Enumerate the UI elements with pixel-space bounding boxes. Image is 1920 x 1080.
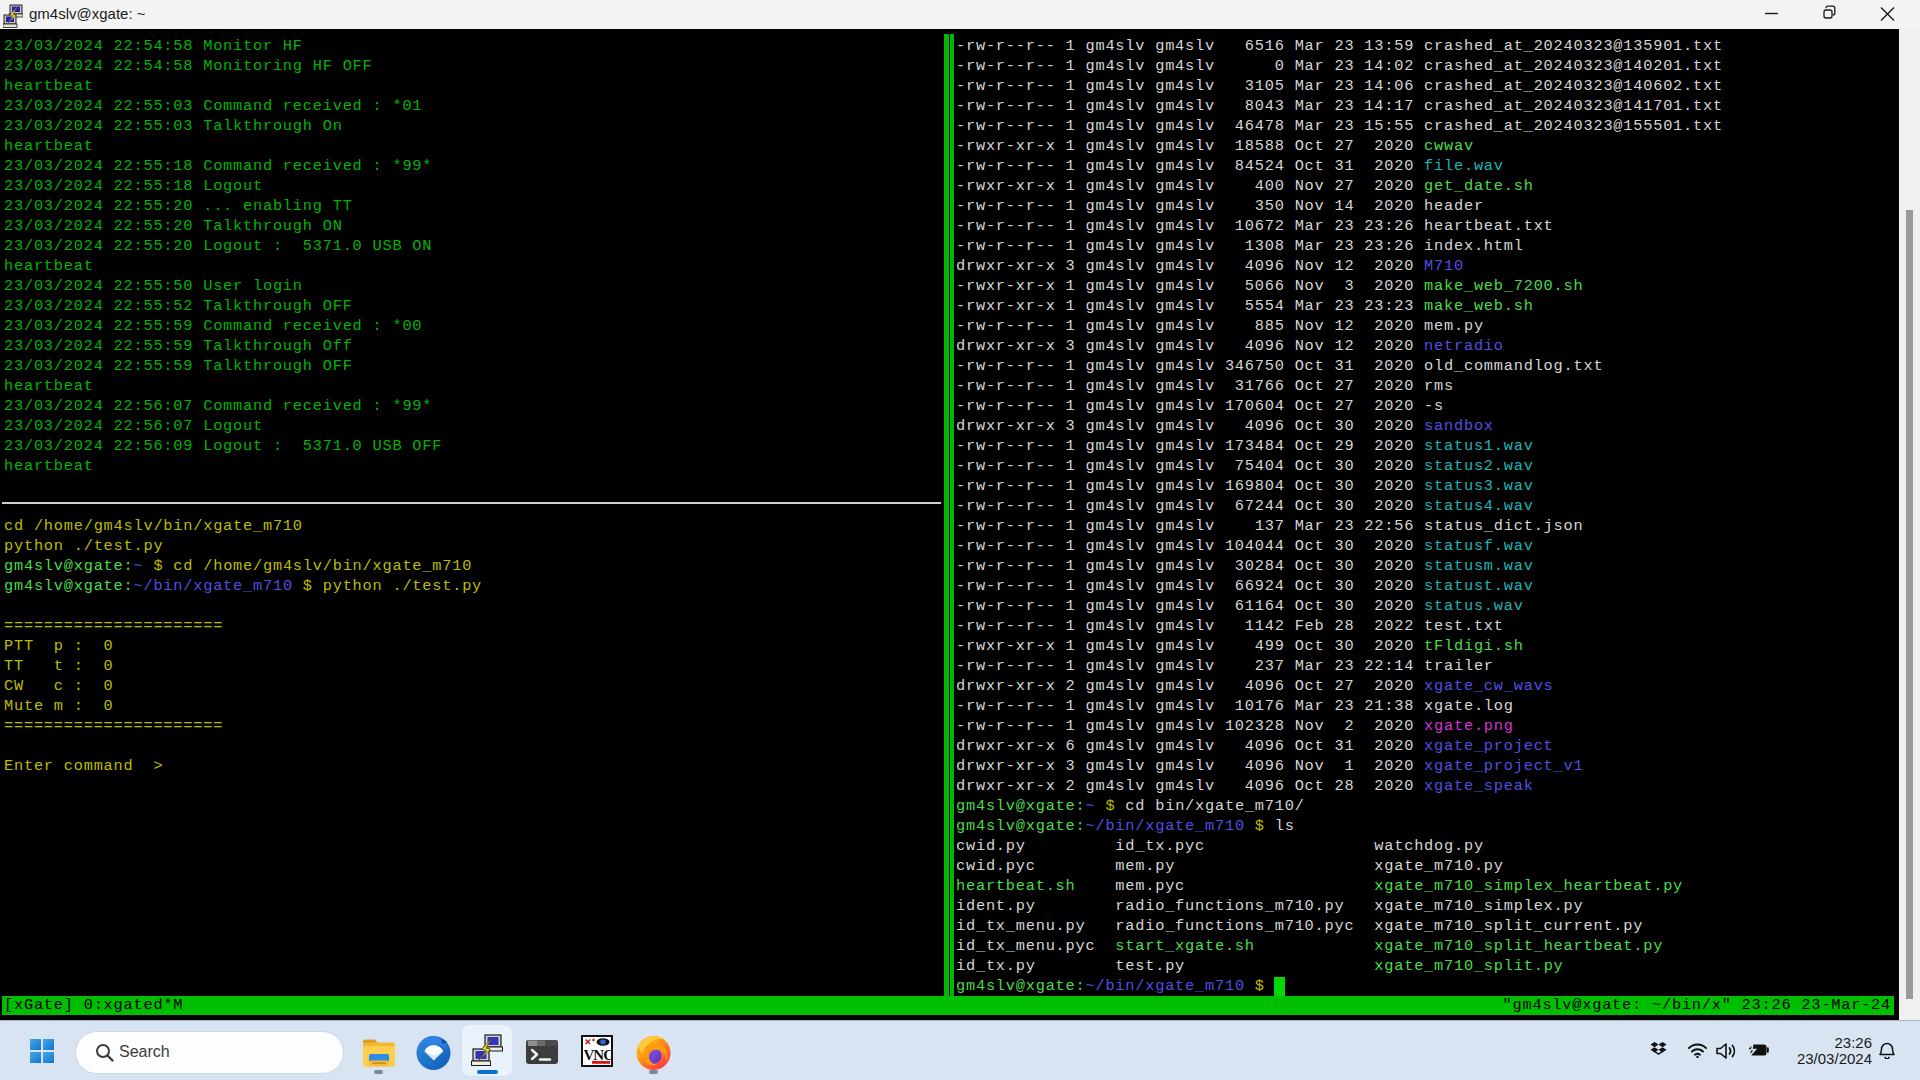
svg-text:VNC: VNC	[584, 1047, 614, 1063]
